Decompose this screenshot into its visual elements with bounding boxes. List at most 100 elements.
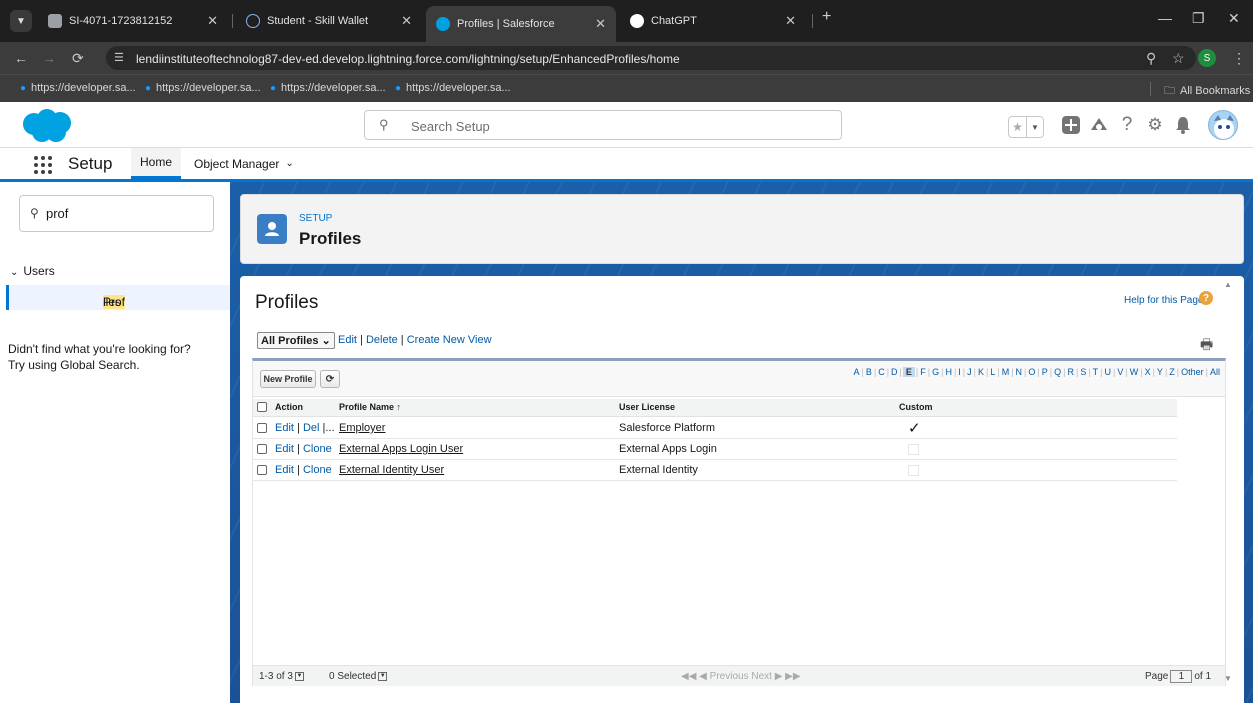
help-question-icon[interactable]: ? bbox=[1199, 291, 1213, 305]
sidebar-item-profiles[interactable]: Prof iles bbox=[6, 285, 230, 310]
alphabet-letter[interactable]: All bbox=[1209, 367, 1221, 377]
alphabet-letter[interactable]: S bbox=[1079, 367, 1087, 377]
reload-icon[interactable]: ⟳ bbox=[72, 50, 84, 67]
help-for-this-page-link[interactable]: Help for this Page bbox=[1124, 295, 1204, 306]
first-page-icon[interactable]: ◀◀ bbox=[681, 671, 696, 682]
column-header-profile-name[interactable]: Profile Name ↑ bbox=[339, 402, 401, 412]
close-tab-icon[interactable]: ✕ bbox=[595, 16, 606, 32]
alphabet-letter[interactable]: E bbox=[902, 367, 915, 377]
record-range[interactable]: 1-3 of 3 ▼ bbox=[259, 671, 304, 682]
trailhead-icon[interactable] bbox=[1088, 114, 1110, 136]
restore-icon[interactable]: ❐ bbox=[1192, 10, 1205, 27]
edit-link[interactable]: Edit bbox=[275, 464, 294, 476]
alphabet-letter[interactable]: B bbox=[865, 367, 873, 377]
row-checkbox[interactable] bbox=[257, 444, 267, 454]
favorites-star-icon[interactable]: ★ bbox=[1009, 117, 1027, 137]
new-tab-button[interactable]: + bbox=[822, 8, 831, 26]
tab-home[interactable]: Home bbox=[131, 148, 182, 179]
browser-tab-si[interactable]: SI-4071-1723812152 ✕ bbox=[38, 6, 228, 36]
chevron-down-icon[interactable]: ⌄ bbox=[285, 158, 293, 169]
browser-menu-icon[interactable]: ⋮ bbox=[1232, 50, 1246, 67]
next-page-icon[interactable]: ▶ bbox=[775, 671, 783, 682]
alphabet-letter[interactable]: G bbox=[931, 367, 940, 377]
edit-link[interactable]: Edit bbox=[275, 443, 294, 455]
bookmark-1[interactable]: ● https://developer.sa... bbox=[20, 82, 136, 94]
app-launcher-icon[interactable] bbox=[34, 156, 52, 174]
help-icon[interactable]: ? bbox=[1116, 114, 1138, 136]
alphabet-letter[interactable]: P bbox=[1041, 367, 1049, 377]
tab-search-icon[interactable]: ▼ bbox=[10, 10, 32, 32]
bookmark-2[interactable]: ● https://developer.sa... bbox=[145, 82, 261, 94]
edit-link[interactable]: Edit bbox=[275, 422, 294, 434]
alphabet-letter[interactable]: O bbox=[1027, 367, 1036, 377]
browser-tab-chatgpt[interactable]: ChatGPT ✕ bbox=[620, 6, 806, 36]
alphabet-letter[interactable]: W bbox=[1129, 367, 1140, 377]
clone-link[interactable]: Clone bbox=[303, 443, 332, 455]
salesforce-logo-icon[interactable] bbox=[20, 108, 74, 144]
alphabet-letter[interactable]: L bbox=[989, 367, 996, 377]
previous-page-icon[interactable]: ◀ bbox=[699, 671, 707, 682]
alphabet-letter[interactable]: Other bbox=[1180, 367, 1205, 377]
browser-tab-skill-wallet[interactable]: Student - Skill Wallet ✕ bbox=[236, 6, 422, 36]
printer-icon[interactable]: 🖶 bbox=[1200, 334, 1213, 358]
new-profile-button[interactable]: New Profile bbox=[260, 370, 316, 388]
profile-name-link[interactable]: External Identity User bbox=[339, 464, 444, 476]
column-header-custom[interactable]: Custom bbox=[899, 402, 933, 412]
column-header-user-license[interactable]: User License bbox=[619, 402, 675, 412]
global-create-icon[interactable] bbox=[1060, 114, 1082, 136]
back-icon[interactable]: ← bbox=[14, 50, 28, 66]
sidebar-section-users[interactable]: ⌄ Users bbox=[10, 264, 55, 278]
profile-name-link[interactable]: Employer bbox=[339, 422, 385, 434]
refresh-icon[interactable]: ⟳ bbox=[320, 370, 340, 388]
alphabet-letter[interactable]: Y bbox=[1156, 367, 1164, 377]
alphabet-letter[interactable]: U bbox=[1104, 367, 1113, 377]
close-window-icon[interactable]: ✕ bbox=[1228, 10, 1240, 27]
scroll-up-arrow-icon[interactable]: ▲ bbox=[1224, 280, 1232, 289]
tab-object-manager[interactable]: Object Manager ⌄ bbox=[194, 148, 294, 179]
alphabet-letter[interactable]: V bbox=[1116, 367, 1124, 377]
scroll-down-arrow-icon[interactable]: ▼ bbox=[1224, 674, 1232, 683]
alphabet-letter[interactable]: D bbox=[890, 367, 899, 377]
profile-name-link[interactable]: External Apps Login User bbox=[339, 443, 463, 455]
zoom-icon[interactable]: ⚲ bbox=[1146, 50, 1156, 67]
bookmark-4[interactable]: ● https://developer.sa... bbox=[395, 82, 511, 94]
forward-icon[interactable]: → bbox=[42, 50, 56, 66]
bookmark-star-icon[interactable]: ☆ bbox=[1172, 50, 1185, 67]
setup-search-box[interactable]: ⚲ Search Setup bbox=[364, 110, 842, 140]
select-all-checkbox[interactable] bbox=[257, 402, 267, 412]
alphabet-letter[interactable]: Z bbox=[1168, 367, 1176, 377]
close-tab-icon[interactable]: ✕ bbox=[401, 13, 412, 29]
alphabet-letter[interactable]: T bbox=[1092, 367, 1100, 377]
user-avatar[interactable] bbox=[1208, 110, 1238, 140]
alphabet-letter[interactable]: X bbox=[1144, 367, 1152, 377]
view-select[interactable]: All Profiles ⌄ bbox=[257, 332, 335, 349]
setup-gear-icon[interactable]: ⚙ bbox=[1144, 114, 1166, 136]
alphabet-letter[interactable]: H bbox=[944, 367, 953, 377]
url-text[interactable]: lendiinstituteoftechnolog87-dev-ed.devel… bbox=[136, 52, 680, 66]
previous-link[interactable]: Previous bbox=[710, 671, 749, 682]
row-checkbox[interactable] bbox=[257, 423, 267, 433]
bookmark-3[interactable]: ● https://developer.sa... bbox=[270, 82, 386, 94]
quick-find-input[interactable]: ⚲ prof bbox=[19, 195, 214, 232]
alphabet-letter[interactable]: Q bbox=[1053, 367, 1062, 377]
last-page-icon[interactable]: ▶▶ bbox=[785, 671, 800, 682]
create-new-view-link[interactable]: Create New View bbox=[407, 334, 492, 346]
close-tab-icon[interactable]: ✕ bbox=[207, 13, 218, 29]
delete-view-link[interactable]: Delete bbox=[366, 334, 398, 346]
row-checkbox[interactable] bbox=[257, 465, 267, 475]
all-bookmarks[interactable]: 🗀 All Bookmarks bbox=[1164, 82, 1250, 101]
alphabet-letter[interactable]: N bbox=[1015, 367, 1024, 377]
notifications-bell-icon[interactable] bbox=[1172, 114, 1194, 136]
selected-count[interactable]: 0 Selected ▼ bbox=[329, 671, 388, 682]
close-tab-icon[interactable]: ✕ bbox=[785, 13, 796, 29]
page-number-input[interactable]: 1 bbox=[1170, 670, 1193, 683]
alphabet-letter[interactable]: M bbox=[1001, 367, 1011, 377]
alphabet-letter[interactable]: R bbox=[1066, 367, 1075, 377]
minimize-icon[interactable]: — bbox=[1158, 10, 1172, 26]
edit-view-link[interactable]: Edit bbox=[338, 334, 357, 346]
alphabet-letter[interactable]: A bbox=[852, 367, 860, 377]
browser-tab-profiles[interactable]: Profiles | Salesforce ✕ bbox=[426, 6, 616, 42]
delete-link[interactable]: Del bbox=[303, 422, 320, 434]
alphabet-letter[interactable]: F bbox=[919, 367, 927, 377]
browser-profile-avatar[interactable]: S bbox=[1198, 49, 1216, 67]
